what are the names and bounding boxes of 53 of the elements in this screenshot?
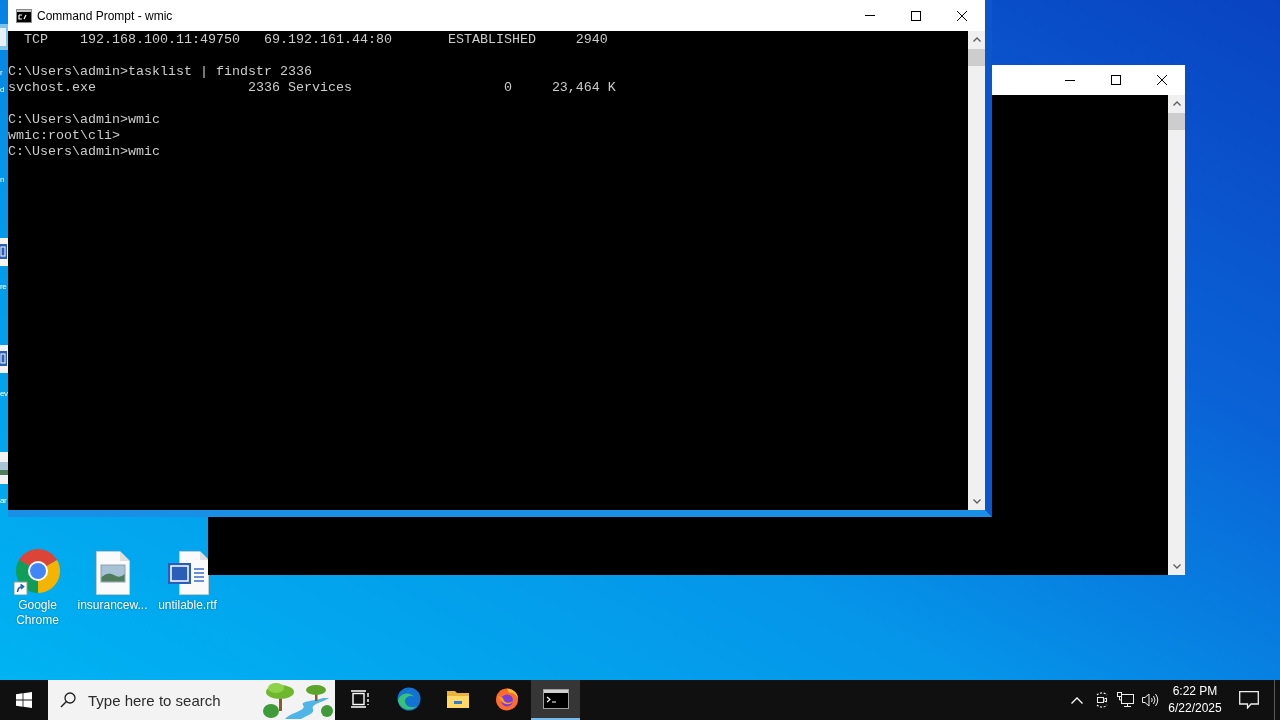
clock-button[interactable]: 6:22 PM 6/22/2025 (1162, 680, 1228, 720)
caret-up-icon (972, 37, 981, 42)
caret-down-icon (1172, 564, 1181, 569)
minimize-icon (1065, 79, 1075, 81)
search-field[interactable]: Type here to search (88, 691, 263, 709)
caret-down-icon (972, 499, 981, 504)
speaker-icon (1140, 692, 1159, 708)
console-icon (542, 689, 569, 709)
window-title: Command Prompt - wmic (37, 8, 173, 23)
notification-icon (1239, 691, 1259, 709)
word-file-icon[interactable] (0, 238, 8, 266)
icon-label-fragment[interactable]: ev (0, 385, 8, 402)
task-view-icon (349, 690, 370, 708)
console-line: C:\Users\admin>tasklist | findstr 2336 (8, 64, 312, 79)
scrollbar[interactable] (968, 31, 985, 510)
edge-icon (396, 687, 421, 711)
close-icon (957, 10, 967, 21)
icon-label-fragment[interactable]: r d (0, 64, 8, 98)
console-line: svchost.exe 2336 Services 0 23,464 K (8, 80, 616, 95)
desktop-icon-label[interactable]: Google Chrome (0, 598, 75, 628)
console-icon (16, 8, 32, 23)
scrollbar[interactable] (1168, 95, 1185, 575)
console-line: C:\Users\admin>wmic (8, 112, 160, 127)
taskbar-button[interactable] (531, 680, 580, 720)
word-file-icon[interactable] (166, 551, 209, 595)
network-icon (1117, 692, 1134, 708)
maximize-icon (1111, 75, 1121, 85)
desktop-icon-label[interactable]: insurancew... (77, 598, 148, 613)
folder-icon (445, 689, 470, 709)
caret-up-icon (1172, 101, 1181, 106)
windows-icon (16, 692, 32, 708)
icon-label-fragment[interactable]: re (0, 278, 8, 295)
chevron-up-icon (1071, 696, 1083, 704)
maximize-icon (911, 10, 921, 21)
desktop-icon-label[interactable]: untilable.rtf (158, 598, 217, 613)
console-line: C:\Users\admin>wmic (8, 144, 160, 159)
shortcut-arrow-icon (13, 581, 27, 595)
search-icon (60, 692, 76, 708)
image-file-icon[interactable] (95, 551, 130, 595)
image-file-icon[interactable] (0, 452, 8, 484)
scrollbar-thumb[interactable] (1168, 113, 1185, 130)
icon-label-fragment[interactable]: n (0, 171, 8, 188)
console-line: TCP 192.168.100.11:49750 69.192.161.44:80 ESTABLISHED 2940 (23, 32, 608, 47)
console-line: wmic:root\cli> (8, 128, 120, 143)
chrome-icon[interactable] (13, 547, 62, 595)
close-icon (1157, 75, 1167, 85)
firefox-icon (494, 687, 519, 711)
trees-icon (263, 681, 333, 719)
search-bar[interactable]: Type here to search (48, 680, 335, 720)
word-file-icon[interactable] (0, 345, 8, 373)
icon-label-fragment[interactable]: ar (0, 492, 8, 509)
minimize-icon (865, 15, 875, 16)
scrollbar-thumb[interactable] (968, 49, 985, 66)
